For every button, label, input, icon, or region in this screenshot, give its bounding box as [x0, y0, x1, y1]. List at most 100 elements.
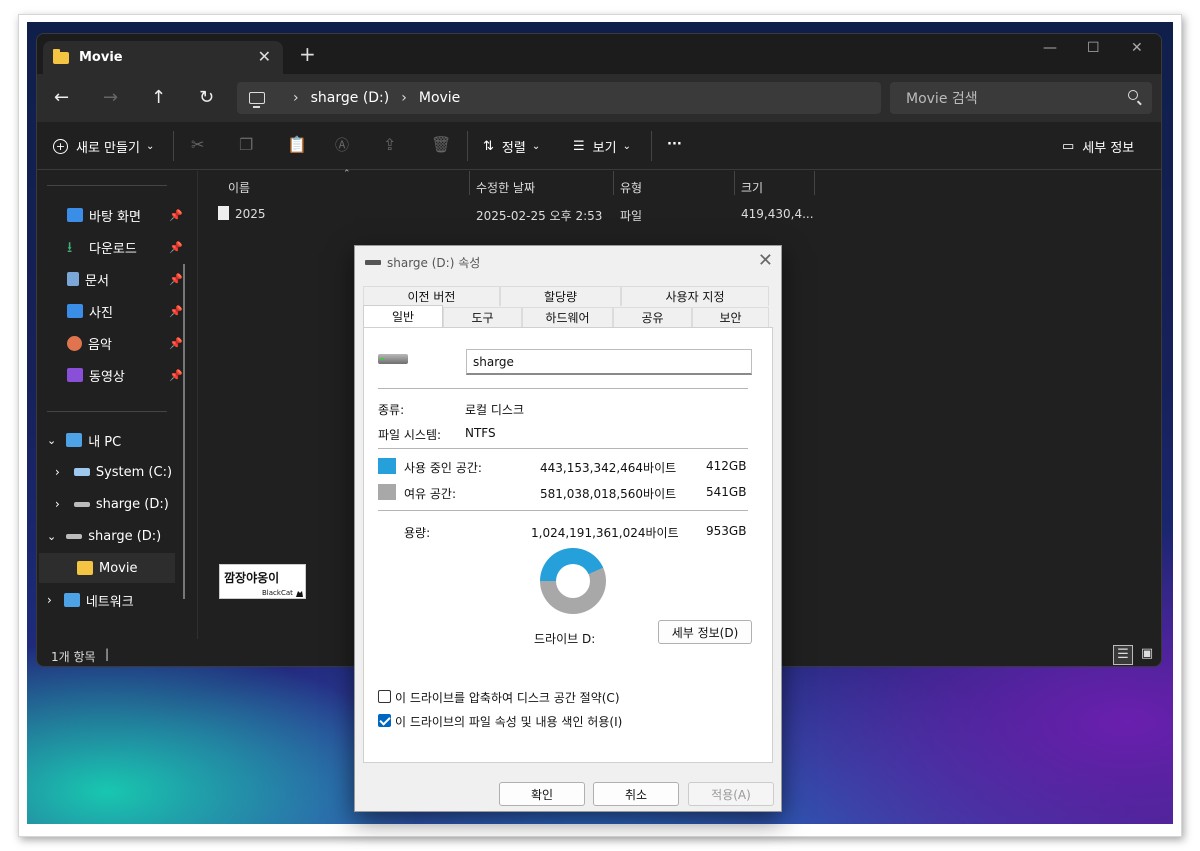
- navigation-pane: 바탕 화면 📌 ⭳ 다운로드 📌 문서 📌 사진 📌 음악 📌 동영상 📌 ⌄ …: [37, 171, 197, 639]
- sidebar-item-this-pc[interactable]: ⌄ 내 PC: [47, 425, 197, 455]
- rename-icon[interactable]: Ⓐ: [335, 135, 349, 155]
- address-bar[interactable]: › sharge (D:) › Movie: [237, 82, 881, 114]
- sidebar-item-label: 바탕 화면: [89, 209, 141, 225]
- sidebar-scrollbar[interactable]: [183, 264, 185, 599]
- tab-hardware[interactable]: 하드웨어: [522, 307, 613, 327]
- sidebar-item-pictures[interactable]: 사진 📌: [67, 296, 217, 326]
- used-space-gb: 412GB: [706, 459, 747, 473]
- pictures-icon: [67, 304, 83, 318]
- pin-icon[interactable]: 📌: [169, 337, 183, 350]
- sidebar-item-network[interactable]: › 네트워크: [47, 585, 197, 615]
- column-header-type[interactable]: 유형: [620, 179, 642, 196]
- view-button[interactable]: ☰ 보기 ⌄: [573, 137, 631, 156]
- share-icon[interactable]: ⇪: [383, 135, 396, 154]
- status-separator: |: [105, 647, 110, 661]
- folder-icon: [53, 48, 69, 64]
- refresh-button[interactable]: ↻: [199, 87, 214, 108]
- pin-icon[interactable]: 📌: [169, 273, 183, 286]
- sidebar-item-label: sharge (D:): [88, 528, 162, 544]
- details-pane-button[interactable]: ▭ 세부 정보: [1062, 137, 1134, 156]
- tab-customize[interactable]: 사용자 지정: [621, 286, 769, 306]
- download-icon: ⭳: [67, 238, 73, 256]
- sidebar-item-documents[interactable]: 문서 📌: [67, 264, 217, 294]
- column-header-name[interactable]: 이름: [228, 179, 250, 196]
- index-label: 이 드라이브의 파일 속성 및 내용 색인 허용(I): [395, 715, 623, 729]
- chevron-right-icon: ›: [47, 593, 52, 607]
- sidebar-item-label: 네트워크: [85, 594, 134, 610]
- disk-details-button[interactable]: 세부 정보(D): [658, 620, 752, 644]
- index-checkbox[interactable]: [378, 714, 391, 727]
- free-space-bytes: 581,038,018,560바이트: [540, 487, 677, 501]
- tiles-view-icon[interactable]: ▣: [1137, 645, 1157, 665]
- close-tab-icon[interactable]: ✕: [258, 47, 271, 66]
- sidebar-item-music[interactable]: 음악 📌: [67, 328, 217, 358]
- more-options-button[interactable]: ···: [667, 137, 682, 152]
- new-tab-button[interactable]: +: [299, 44, 316, 64]
- item-count: 1개 항목: [51, 650, 96, 664]
- sort-button[interactable]: ⇅ 정렬 ⌄: [483, 137, 540, 156]
- drive-icon: [365, 260, 381, 265]
- tab-sharing[interactable]: 공유: [613, 307, 692, 327]
- sidebar-item-sharge-d[interactable]: ⌄ sharge (D:): [47, 521, 197, 551]
- close-window-button[interactable]: ✕: [1131, 40, 1143, 56]
- drive-icon: [73, 501, 90, 507]
- forward-button[interactable]: →: [103, 87, 118, 108]
- column-header-modified[interactable]: 수정한 날짜: [476, 179, 535, 196]
- details-view-icon[interactable]: ☰: [1113, 645, 1133, 665]
- watermark-title: 깜장야옹이: [224, 570, 279, 585]
- maximize-button[interactable]: ☐: [1087, 40, 1100, 56]
- tab-tools[interactable]: 도구: [443, 307, 522, 327]
- search-box[interactable]: Movie 검색: [890, 82, 1152, 114]
- sidebar-item-label: 사진: [89, 305, 113, 321]
- paste-icon[interactable]: 📋: [287, 135, 307, 154]
- delete-icon[interactable]: 🗑: [431, 135, 451, 154]
- ok-button[interactable]: 확인: [499, 782, 585, 806]
- filesystem-label: 파일 시스템:: [378, 428, 442, 442]
- used-space-label: 사용 중인 공간:: [404, 461, 482, 475]
- tab-movie[interactable]: Movie ✕: [43, 41, 283, 74]
- pin-icon[interactable]: 📌: [169, 209, 183, 222]
- free-space-label: 여유 공간:: [404, 487, 457, 501]
- cut-icon[interactable]: ✂: [191, 135, 204, 154]
- view-label: 보기: [592, 141, 617, 156]
- column-header-size[interactable]: 크기: [741, 179, 763, 196]
- up-button[interactable]: ↑: [151, 87, 166, 108]
- capacity-gb: 953GB: [706, 524, 747, 538]
- breadcrumb-drive[interactable]: sharge (D:): [311, 90, 390, 106]
- copy-icon[interactable]: ❐: [239, 135, 253, 154]
- cancel-button[interactable]: 취소: [593, 782, 679, 806]
- drive-name-input[interactable]: [466, 349, 752, 375]
- chevron-right-icon: ›: [401, 90, 407, 106]
- chevron-right-icon: ›: [55, 465, 60, 479]
- pin-icon[interactable]: 📌: [169, 369, 183, 382]
- sidebar-item-movie[interactable]: Movie: [39, 553, 175, 583]
- apply-button[interactable]: 적용(A): [688, 782, 774, 806]
- minimize-button[interactable]: —: [1043, 40, 1057, 56]
- tab-general[interactable]: 일반: [363, 305, 443, 327]
- tab-security[interactable]: 보안: [692, 307, 769, 327]
- breadcrumb-folder[interactable]: Movie: [419, 90, 460, 106]
- sidebar-item-desktop[interactable]: 바탕 화면 📌: [67, 200, 217, 230]
- sidebar-item-label: sharge (D:): [95, 496, 169, 512]
- tab-previous-versions[interactable]: 이전 버전: [363, 286, 500, 306]
- type-label: 종류:: [378, 403, 405, 417]
- back-button[interactable]: ←: [54, 87, 69, 108]
- compress-checkbox[interactable]: [378, 690, 391, 703]
- type-value: 로컬 디스크: [465, 403, 525, 417]
- hard-drive-icon: [378, 354, 408, 364]
- dialog-title-bar: sharge (D:) 속성: [365, 254, 480, 271]
- sidebar-item-videos[interactable]: 동영상 📌: [67, 360, 217, 390]
- new-button[interactable]: + 새로 만들기 ⌄: [53, 137, 154, 156]
- title-bar: Movie ✕ + — ☐ ✕: [37, 34, 1161, 74]
- free-space-swatch: [378, 484, 396, 500]
- folder-icon: [77, 561, 93, 575]
- sidebar-item-label: Movie: [99, 560, 138, 576]
- pin-icon[interactable]: 📌: [169, 241, 183, 254]
- tab-quota[interactable]: 할당량: [500, 286, 621, 306]
- pin-icon[interactable]: 📌: [169, 305, 183, 318]
- file-name[interactable]: 2025: [235, 207, 266, 221]
- sidebar-item-downloads[interactable]: ⭳ 다운로드 📌: [67, 232, 217, 262]
- dialog-close-button[interactable]: ✕: [758, 250, 773, 271]
- sidebar-item-label: 음악: [88, 337, 112, 353]
- used-space-swatch: [378, 458, 396, 474]
